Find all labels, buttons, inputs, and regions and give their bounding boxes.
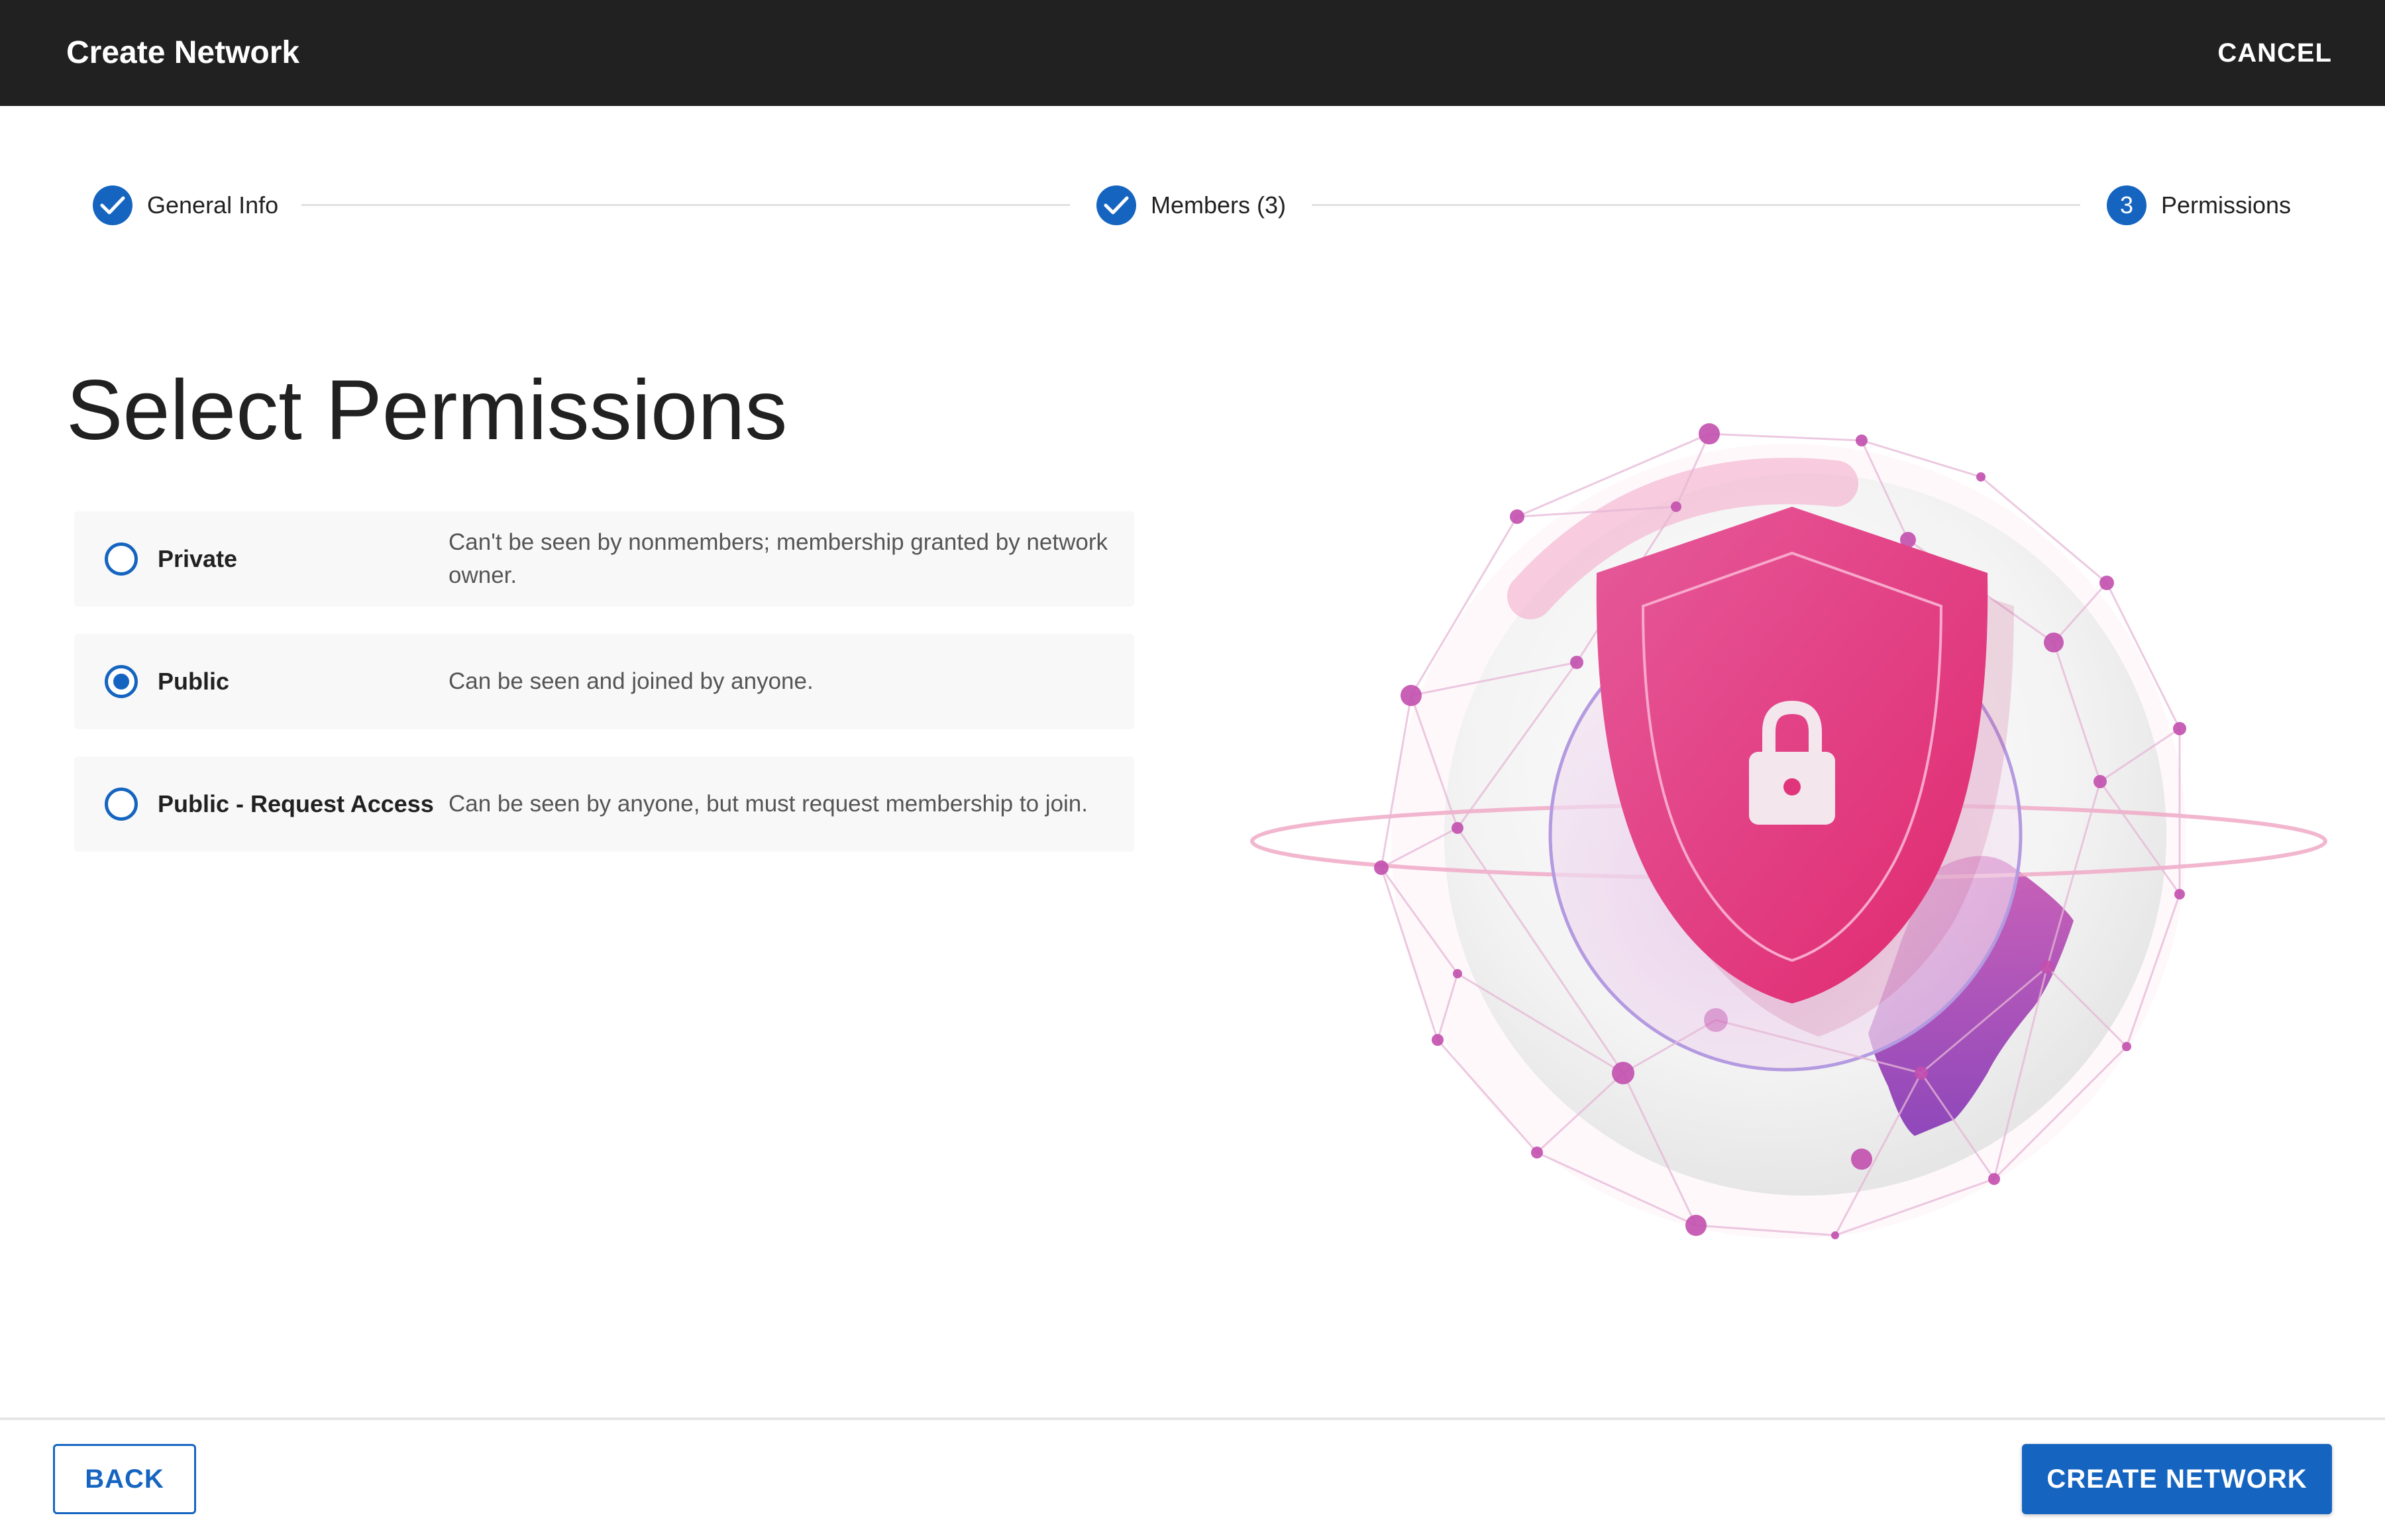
- check-icon: [1096, 185, 1136, 225]
- permission-option-private[interactable]: Private Can't be seen by nonmembers; mem…: [74, 511, 1134, 607]
- step-general-info[interactable]: General Info: [93, 184, 278, 227]
- step-label: Permissions: [2161, 191, 2292, 219]
- app-bar: Create Network CANCEL: [0, 0, 2385, 106]
- create-network-button[interactable]: CREATE NETWORK: [2022, 1444, 2332, 1514]
- option-label: Private: [158, 545, 238, 572]
- permission-option-public[interactable]: Public Can be seen and joined by anyone.: [74, 634, 1134, 729]
- app-bar-title: Create Network: [66, 35, 300, 70]
- step-number-badge: 3: [2107, 185, 2146, 225]
- step-permissions[interactable]: 3 Permissions: [2107, 184, 2291, 227]
- radio-button-selected[interactable]: [105, 665, 138, 698]
- step-label: Members (3): [1151, 191, 1287, 219]
- cancel-button[interactable]: CANCEL: [2217, 34, 2332, 72]
- step-label: General Info: [147, 191, 279, 219]
- page-title: Select Permissions: [66, 363, 788, 458]
- stepper: General Info Members (3) 3 Permissions: [0, 179, 2385, 232]
- footer-divider: [0, 1417, 2385, 1420]
- option-description: Can't be seen by nonmembers; membership …: [449, 529, 1108, 588]
- permission-option-public-request[interactable]: Public - Request Access Can be seen by a…: [74, 756, 1134, 852]
- option-label: Public - Request Access: [158, 790, 434, 817]
- option-label: Public: [158, 668, 230, 695]
- step-connector: [301, 204, 1070, 206]
- step-members[interactable]: Members (3): [1096, 184, 1286, 227]
- shield-lock-globe-illustration: [1239, 411, 2339, 1258]
- radio-dot: [113, 674, 129, 690]
- option-description: Can be seen by anyone, but must request …: [449, 791, 1088, 817]
- step-connector: [1312, 204, 2080, 206]
- back-button[interactable]: BACK: [53, 1444, 196, 1514]
- radio-button[interactable]: [105, 542, 138, 576]
- radio-button[interactable]: [105, 788, 138, 821]
- option-description: Can be seen and joined by anyone.: [449, 668, 814, 694]
- check-icon: [93, 185, 132, 225]
